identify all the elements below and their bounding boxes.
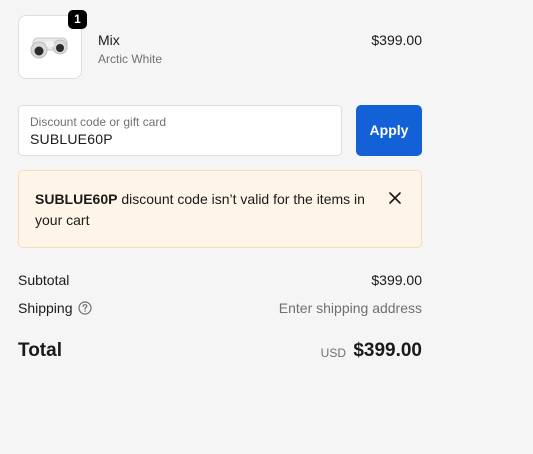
product-variant: Arctic White xyxy=(98,52,163,66)
close-icon[interactable] xyxy=(387,190,403,206)
currency-code: USD xyxy=(320,346,346,360)
cart-line-item: 1 Mix Arctic White $399.00 xyxy=(18,10,422,81)
subtotal-value: $399.00 xyxy=(371,272,422,288)
headphones-product-image xyxy=(30,37,68,59)
discount-code-input[interactable]: Discount code or gift card SUBLUE60P xyxy=(18,105,342,156)
error-discount-code: SUBLUE60P xyxy=(35,191,118,207)
help-circle-icon[interactable] xyxy=(78,301,92,315)
product-price: $399.00 xyxy=(371,32,422,48)
discount-field-label: Discount code or gift card xyxy=(30,115,167,129)
quantity-badge: 1 xyxy=(68,10,87,29)
product-name: Mix xyxy=(98,32,120,48)
total-label: Total xyxy=(18,340,62,361)
shipping-label: Shipping xyxy=(18,300,73,316)
subtotal-label: Subtotal xyxy=(18,272,70,288)
shipping-value: Enter shipping address xyxy=(278,300,422,316)
error-message: SUBLUE60P discount code isn’t valid for … xyxy=(35,189,365,231)
total-value: $399.00 xyxy=(353,340,422,361)
order-summary: 1 Mix Arctic White $399.00 Discount code… xyxy=(0,0,533,454)
discount-field-value[interactable]: SUBLUE60P xyxy=(30,131,113,147)
apply-button[interactable]: Apply xyxy=(356,105,422,156)
discount-error-banner: SUBLUE60P discount code isn’t valid for … xyxy=(18,170,422,248)
